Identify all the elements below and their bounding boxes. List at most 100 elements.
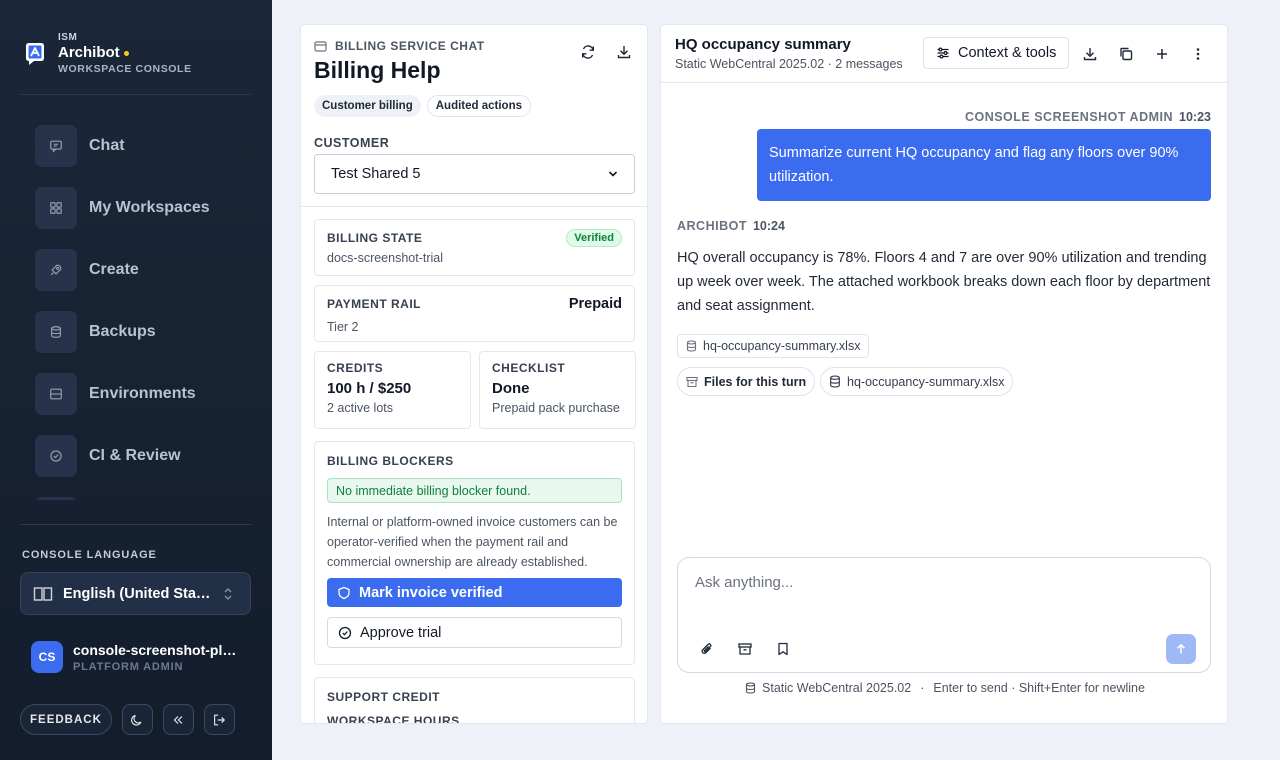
- sliders-icon: [937, 47, 949, 59]
- billing-kicker: BILLING SERVICE CHAT: [314, 39, 485, 53]
- sidebar-item-chat[interactable]: Chat: [35, 125, 250, 167]
- mark-invoice-verified-button[interactable]: Mark invoice verified: [327, 578, 622, 607]
- billing-state-card: BILLING STATE docs-screenshot-trial Veri…: [314, 219, 635, 276]
- approve-trial-button[interactable]: Approve trial: [327, 617, 622, 648]
- theme-toggle-button[interactable]: [121, 704, 153, 735]
- message-composer[interactable]: Ask anything...: [677, 557, 1211, 673]
- feedback-button[interactable]: FEEDBACK: [20, 704, 112, 735]
- server-icon: [35, 373, 77, 415]
- support-credit-label: SUPPORT CREDIT: [327, 690, 441, 704]
- checklist-card: CHECKLIST Done Prepaid pack purchase: [479, 351, 636, 429]
- context-tools-label: Context & tools: [958, 45, 1057, 61]
- conversation-subtitle: Static WebCentral 2025.02 · 2 messages: [675, 57, 903, 71]
- assistant-message-meta: ARCHIBOT 10:24: [677, 219, 785, 233]
- chevrons-left-icon: [174, 715, 183, 724]
- archive-button[interactable]: [736, 640, 754, 658]
- download-button[interactable]: [615, 43, 633, 61]
- plus-icon: [1157, 49, 1167, 59]
- sidebar-item-label: Create: [89, 261, 139, 278]
- user-role: PLATFORM ADMIN: [73, 660, 184, 673]
- billing-panel: BILLING SERVICE CHAT Billing Help Custom…: [300, 24, 648, 724]
- files-for-turn-button[interactable]: Files for this turn: [677, 367, 816, 396]
- payment-rail-value: Prepaid: [568, 296, 622, 312]
- attachment-name: hq-occupancy-summary.xlsx: [703, 339, 861, 353]
- chat-header-actions: [1081, 45, 1207, 63]
- grid-icon: [35, 187, 77, 229]
- blocker-description: Internal or platform-owned invoice custo…: [327, 515, 618, 569]
- sidebar-item-create[interactable]: Create: [35, 249, 250, 291]
- bookmark-button[interactable]: [774, 640, 792, 658]
- user-message-meta: CONSOLE SCREENSHOT ADMIN 10:23: [965, 110, 1211, 124]
- copy-icon: [1120, 47, 1133, 61]
- sidebar-item-backups[interactable]: Backups: [35, 311, 250, 353]
- credits-note: 2 active lots: [327, 401, 394, 415]
- more-options-button[interactable]: [1189, 45, 1207, 63]
- chevron-down-icon: [608, 171, 618, 177]
- archive-icon: [738, 643, 752, 655]
- billing-kicker-label: BILLING SERVICE CHAT: [335, 39, 485, 53]
- copy-button[interactable]: [1117, 45, 1135, 63]
- divider: [20, 524, 251, 525]
- refresh-icon: [582, 45, 594, 59]
- chevron-up-down-icon: [224, 587, 232, 600]
- log-out-icon: [214, 714, 226, 725]
- payment-rail-card: PAYMENT RAIL Prepaid Tier 2: [314, 285, 635, 342]
- footer-hint: Enter to send · Shift+Enter for newline: [933, 681, 1145, 695]
- check-circle-icon: [338, 626, 352, 639]
- export-button[interactable]: [1081, 45, 1099, 63]
- sidebar-footer: FEEDBACK: [20, 704, 235, 735]
- billing-blockers-label: BILLING BLOCKERS: [327, 454, 454, 468]
- user-name: console-screenshot-platform-admin: [73, 641, 241, 658]
- assistant-message: HQ overall occupancy is 78%. Floors 4 an…: [677, 250, 1211, 314]
- conversation-title: HQ occupancy summary: [675, 36, 851, 53]
- new-chat-button[interactable]: [1153, 45, 1171, 63]
- check-circle-icon: [35, 435, 77, 477]
- sidebar-item-label: Chat: [89, 137, 125, 154]
- composer-footer: Static WebCentral 2025.02 · Enter to sen…: [661, 681, 1227, 695]
- customer-select[interactable]: Test Shared 5: [314, 154, 635, 194]
- more-vertical-icon: [1196, 48, 1200, 60]
- sidebar-item-label: My Workspaces: [89, 199, 210, 216]
- turn-file-chip[interactable]: hq-occupancy-summary.xlsx: [820, 367, 1014, 396]
- composer-placeholder: Ask anything...: [695, 574, 794, 591]
- brand-name: Archibot: [58, 44, 120, 61]
- database-icon: [35, 311, 77, 353]
- divider: [301, 206, 647, 207]
- brand-subtitle: WORKSPACE CONSOLE: [58, 63, 192, 75]
- status-badge: Verified: [566, 229, 622, 247]
- paperclip-icon: [701, 643, 712, 655]
- send-button[interactable]: [1166, 634, 1196, 664]
- download-icon: [617, 46, 631, 59]
- billing-actions: [579, 43, 633, 61]
- brand[interactable]: ISM Archibot WORKSPACE CONSOLE: [22, 32, 192, 76]
- sidebar-item-my-workspaces[interactable]: My Workspaces: [35, 187, 250, 229]
- avatar: CS: [31, 641, 63, 673]
- language-select[interactable]: English (United States): [20, 572, 251, 615]
- attach-file-button[interactable]: [698, 640, 716, 658]
- sidebar-nav: Chat My Workspaces Create Backups Enviro…: [35, 125, 250, 500]
- sidebar-item-partial[interactable]: [35, 497, 250, 500]
- sign-out-button[interactable]: [203, 704, 235, 735]
- arrow-up-icon: [1176, 643, 1186, 654]
- approve-trial-label: Approve trial: [360, 624, 442, 641]
- book-open-icon: [33, 586, 53, 601]
- context-tools-button[interactable]: Context & tools: [923, 37, 1070, 69]
- bookmark-icon: [778, 642, 788, 656]
- sidebar: ISM Archibot WORKSPACE CONSOLE Chat My W…: [0, 0, 272, 760]
- language-value: English (United States): [63, 585, 213, 602]
- sidebar-item-ci-review[interactable]: CI & Review: [35, 435, 250, 477]
- mark-invoice-verified-label: Mark invoice verified: [359, 584, 503, 601]
- checklist-note: Prepaid pack purchase: [492, 401, 620, 415]
- collapse-sidebar-button[interactable]: [162, 704, 194, 735]
- chip-audited-actions: Audited actions: [426, 95, 531, 117]
- sidebar-item-environments[interactable]: Environments: [35, 373, 250, 415]
- refresh-button[interactable]: [579, 43, 597, 61]
- database-icon: [686, 340, 697, 352]
- credits-card: CREDITS 100 h / $250 2 active lots: [314, 351, 471, 429]
- attachment-chip[interactable]: hq-occupancy-summary.xlsx: [677, 334, 870, 358]
- user-profile[interactable]: CS console-screenshot-platform-admin PLA…: [31, 641, 241, 673]
- credits-label: CREDITS: [327, 361, 384, 375]
- language-heading: CONSOLE LANGUAGE: [22, 549, 157, 561]
- billing-chips: Customer billing Audited actions: [314, 95, 531, 117]
- sidebar-item-label: CI & Review: [89, 447, 181, 464]
